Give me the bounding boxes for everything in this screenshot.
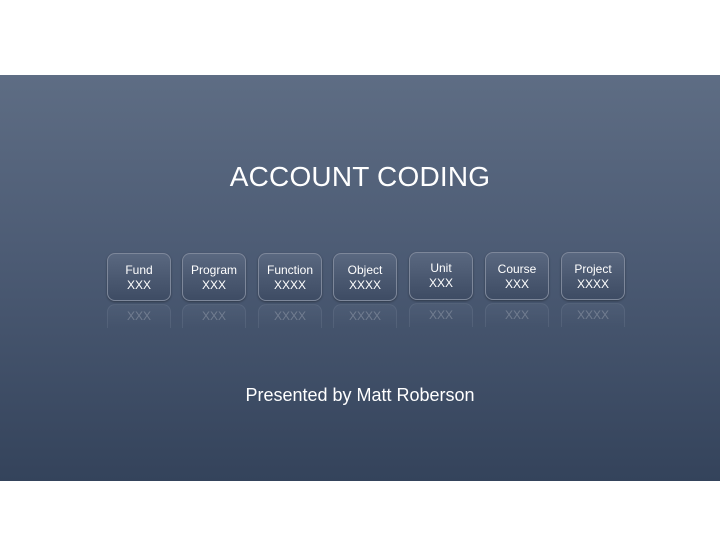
slide: ACCOUNT CODING Fund XXX XXX Program XXX …	[0, 75, 720, 481]
segment-course: Course XXX	[485, 252, 549, 300]
reflection-code: XXX	[126, 309, 151, 323]
segment-reflection: XXXX	[258, 304, 322, 328]
segment-unit: Unit XXX	[409, 252, 473, 300]
segment-function: Function XXXX	[258, 253, 322, 301]
segment-code: XXXX	[348, 278, 381, 292]
slide-subtitle: Presented by Matt Roberson	[245, 385, 475, 405]
reflection-code: XXXX	[273, 309, 306, 323]
segment-reflection: XXX	[485, 303, 549, 327]
account-segments: Fund XXX XXX Program XXX XXX Function XX…	[107, 252, 629, 332]
reflection-code: XXX	[428, 308, 453, 322]
segment-object: Object XXXX	[333, 253, 397, 301]
reflection-code: XXX	[201, 309, 226, 323]
slide-title: ACCOUNT CODING	[229, 161, 491, 192]
segment-code: XXXX	[273, 278, 306, 292]
segment-label: Course	[497, 262, 537, 276]
segment-code: XXX	[201, 278, 226, 292]
segment-label: Project	[574, 262, 612, 276]
segment-code: XXXX	[576, 277, 609, 291]
segment-code: XXX	[428, 276, 453, 290]
segment-reflection: XXX	[107, 304, 171, 328]
segment-label: Object	[347, 263, 383, 277]
segment-program: Program XXX	[182, 253, 246, 301]
segment-reflection: XXX	[409, 303, 473, 327]
segment-reflection: XXXX	[561, 303, 625, 327]
segment-label: Function	[266, 263, 314, 277]
segment-label: Fund	[125, 263, 153, 277]
segment-code: XXX	[504, 277, 529, 291]
segment-label: Unit	[430, 261, 452, 275]
segment-project: Project XXXX	[561, 252, 625, 300]
segment-reflection: XXX	[182, 304, 246, 328]
segment-label: Program	[190, 263, 237, 277]
reflection-code: XXX	[504, 308, 529, 322]
reflection-code: XXXX	[576, 308, 609, 322]
segment-reflection: XXXX	[333, 304, 397, 328]
segment-fund: Fund XXX	[107, 253, 171, 301]
reflection-code: XXXX	[348, 309, 381, 323]
segment-code: XXX	[126, 278, 151, 292]
